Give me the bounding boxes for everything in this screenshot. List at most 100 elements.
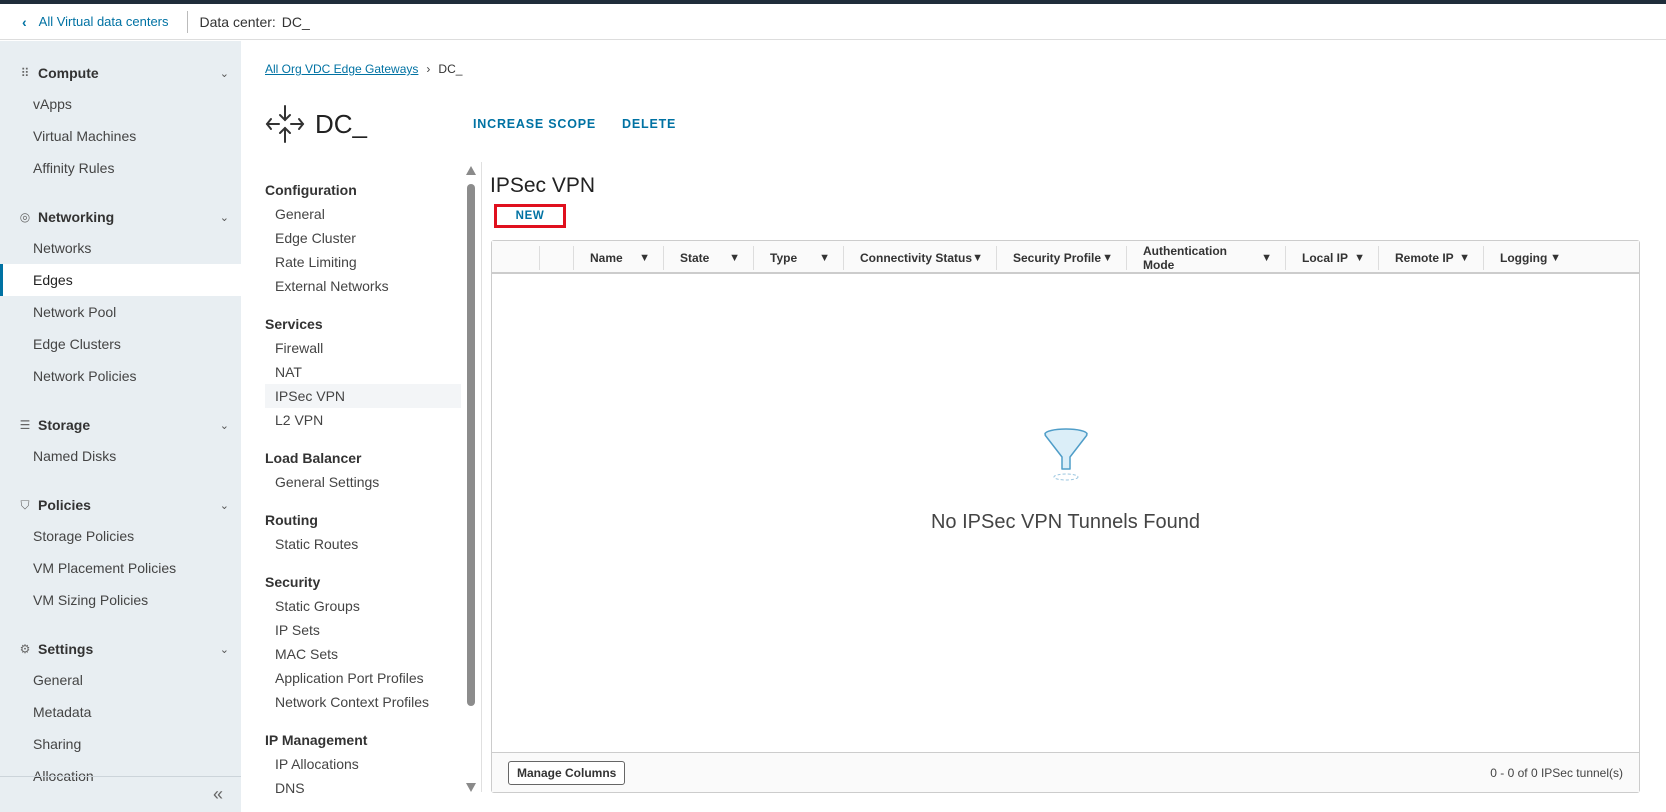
sidebar-section-settings[interactable]: ⚙ Settings ⌄ <box>0 634 241 664</box>
chevron-down-icon[interactable]: ⌄ <box>220 419 229 432</box>
scroll-up-icon[interactable] <box>466 166 476 175</box>
chevron-left-icon: ‹ <box>22 13 27 30</box>
filter-icon[interactable]: ▼ <box>1261 252 1272 264</box>
grid-footer-count: 0 - 0 of 0 IPSec tunnel(s) <box>1490 765 1623 780</box>
column-header-authentication-mode[interactable]: Authentication Mode ▼ <box>1127 244 1286 272</box>
column-header-local-ip[interactable]: Local IP ▼ <box>1286 246 1379 270</box>
sidebar-item-metadata[interactable]: Metadata <box>0 696 241 728</box>
sidebar-section-networking[interactable]: ◎ Networking ⌄ <box>0 202 241 232</box>
shield-icon: ⛉ <box>20 497 30 512</box>
scroll-down-icon[interactable] <box>466 783 476 792</box>
column-header-connectivity-status[interactable]: Connectivity Status ▼ <box>844 246 997 270</box>
subnav-group-configuration: Configuration <box>265 182 357 198</box>
gateway-title-row: DC_ INCREASE SCOPE DELETE <box>265 104 676 144</box>
sidebar-item-edges[interactable]: Edges <box>0 264 241 296</box>
filter-icon[interactable]: ▼ <box>819 252 830 264</box>
sidebar-item-vm-placement-policies[interactable]: VM Placement Policies <box>0 552 241 584</box>
subnav-scrollbar[interactable] <box>465 166 477 792</box>
increase-scope-button[interactable]: INCREASE SCOPE <box>473 117 596 131</box>
column-header-type[interactable]: Type ▼ <box>754 246 844 270</box>
datacenter-label: Data center: DC_ <box>188 14 310 30</box>
sidebar-item-sharing[interactable]: Sharing <box>0 728 241 760</box>
subnav-group-security: Security <box>265 574 321 590</box>
subnav-group-routing: Routing <box>265 512 318 528</box>
subnav-item-nat[interactable]: NAT <box>265 360 461 384</box>
filter-icon[interactable]: ▼ <box>1459 252 1470 264</box>
column-header-remote-ip[interactable]: Remote IP ▼ <box>1379 246 1484 270</box>
subnav-item-general-settings[interactable]: General Settings <box>265 470 461 494</box>
column-label: Local IP <box>1302 251 1349 265</box>
sidebar-section-storage[interactable]: ☰ Storage ⌄ <box>0 410 241 440</box>
filter-icon[interactable]: ▼ <box>972 252 983 264</box>
collapse-sidebar-button[interactable]: « <box>0 776 241 812</box>
subnav-item-firewall[interactable]: Firewall <box>265 336 461 360</box>
expand-column <box>540 246 574 270</box>
sidebar-item-network-policies[interactable]: Network Policies <box>0 360 241 392</box>
select-column <box>492 246 540 270</box>
column-label: Authentication Mode <box>1143 244 1227 272</box>
subnav-item-ipsec-vpn[interactable]: IPSec VPN <box>265 384 461 408</box>
subnav-item-edge-cluster[interactable]: Edge Cluster <box>265 226 461 250</box>
subnav-item-dns[interactable]: DNS <box>265 776 461 798</box>
sidebar-item-storage-policies[interactable]: Storage Policies <box>0 520 241 552</box>
column-header-name[interactable]: Name ▼ <box>574 246 664 270</box>
subnav-item-rate-limiting[interactable]: Rate Limiting <box>265 250 461 274</box>
sidebar-item-networks[interactable]: Networks <box>0 232 241 264</box>
filter-icon[interactable]: ▼ <box>639 252 650 264</box>
scrollbar-thumb[interactable] <box>467 184 475 706</box>
chevron-down-icon[interactable]: ⌄ <box>220 499 229 512</box>
column-header-state[interactable]: State ▼ <box>664 246 754 270</box>
funnel-icon <box>1043 428 1088 481</box>
subnav-item-application-port-profiles[interactable]: Application Port Profiles <box>265 666 461 690</box>
sidebar-section-label: Compute <box>38 65 99 81</box>
filter-icon[interactable]: ▼ <box>729 252 740 264</box>
filter-icon[interactable]: ▼ <box>1102 252 1113 264</box>
back-to-vdcs-link[interactable]: ‹ All Virtual data centers <box>0 14 187 30</box>
delete-button[interactable]: DELETE <box>622 117 676 131</box>
empty-message: No IPSec VPN Tunnels Found <box>930 511 1201 533</box>
subnav-item-l2-vpn[interactable]: L2 VPN <box>265 408 461 432</box>
sidebar-item-affinity-rules[interactable]: Affinity Rules <box>0 152 241 184</box>
gateway-title: DC_ <box>315 108 368 139</box>
column-header-logging[interactable]: Logging ▼ <box>1484 246 1574 270</box>
column-label: Connectivity Status <box>860 251 973 265</box>
subnav-item-static-routes[interactable]: Static Routes <box>265 532 461 556</box>
chevron-down-icon[interactable]: ⌄ <box>220 67 229 80</box>
sidebar-item-vm-sizing-policies[interactable]: VM Sizing Policies <box>0 584 241 616</box>
subnav-group-ip-management: IP Management <box>265 732 368 748</box>
sidebar-item-virtual-machines[interactable]: Virtual Machines <box>0 120 241 152</box>
subnav-item-general[interactable]: General <box>265 202 461 226</box>
column-label: Type <box>770 251 798 265</box>
column-label: Name <box>590 251 623 265</box>
sidebar-item-general[interactable]: General <box>0 664 241 696</box>
subnav-item-static-groups[interactable]: Static Groups <box>265 594 461 618</box>
subnav-item-ip-sets[interactable]: IP Sets <box>265 618 461 642</box>
subnav-item-network-context-profiles[interactable]: Network Context Profiles <box>265 690 461 714</box>
subnav-item-external-networks[interactable]: External Networks <box>265 274 461 298</box>
sidebar-section-policies[interactable]: ⛉ Policies ⌄ <box>0 490 241 520</box>
filter-icon[interactable]: ▼ <box>1550 252 1561 264</box>
manage-columns-button[interactable]: Manage Columns <box>508 760 626 785</box>
chevron-down-icon[interactable]: ⌄ <box>220 211 229 224</box>
sidebar-item-edge-clusters[interactable]: Edge Clusters <box>0 328 241 360</box>
subnav-group-services: Services <box>265 316 323 332</box>
sidebar-item-network-pool[interactable]: Network Pool <box>0 296 241 328</box>
sidebar-item-named-disks[interactable]: Named Disks <box>0 440 241 472</box>
sidebar-section-label: Settings <box>38 641 94 657</box>
new-button[interactable]: NEW <box>494 204 566 228</box>
gateway-actions: INCREASE SCOPE DELETE <box>473 117 676 131</box>
chevron-down-icon[interactable]: ⌄ <box>220 643 229 656</box>
ipsec-content: IPSec VPN NEW <box>490 172 1640 228</box>
sidebar-item-vapps[interactable]: vApps <box>0 88 241 120</box>
filter-icon[interactable]: ▼ <box>1354 252 1365 264</box>
breadcrumb-current: DC_ <box>438 62 463 76</box>
datacenter-name: DC_ <box>281 13 310 30</box>
sidebar-section-compute[interactable]: ⠿ Compute ⌄ <box>0 58 241 88</box>
subnav-item-ip-allocations[interactable]: IP Allocations <box>265 752 461 776</box>
double-chevron-left-icon: « <box>212 784 223 804</box>
column-header-security-profile[interactable]: Security Profile ▼ <box>997 246 1127 270</box>
subnav-item-mac-sets[interactable]: MAC Sets <box>265 642 461 666</box>
subnav-group-load-balancer: Load Balancer <box>265 450 362 466</box>
breadcrumb-edge-gateways-link[interactable]: All Org VDC Edge Gateways <box>265 62 418 76</box>
grid-icon: ⠿ <box>20 66 30 80</box>
